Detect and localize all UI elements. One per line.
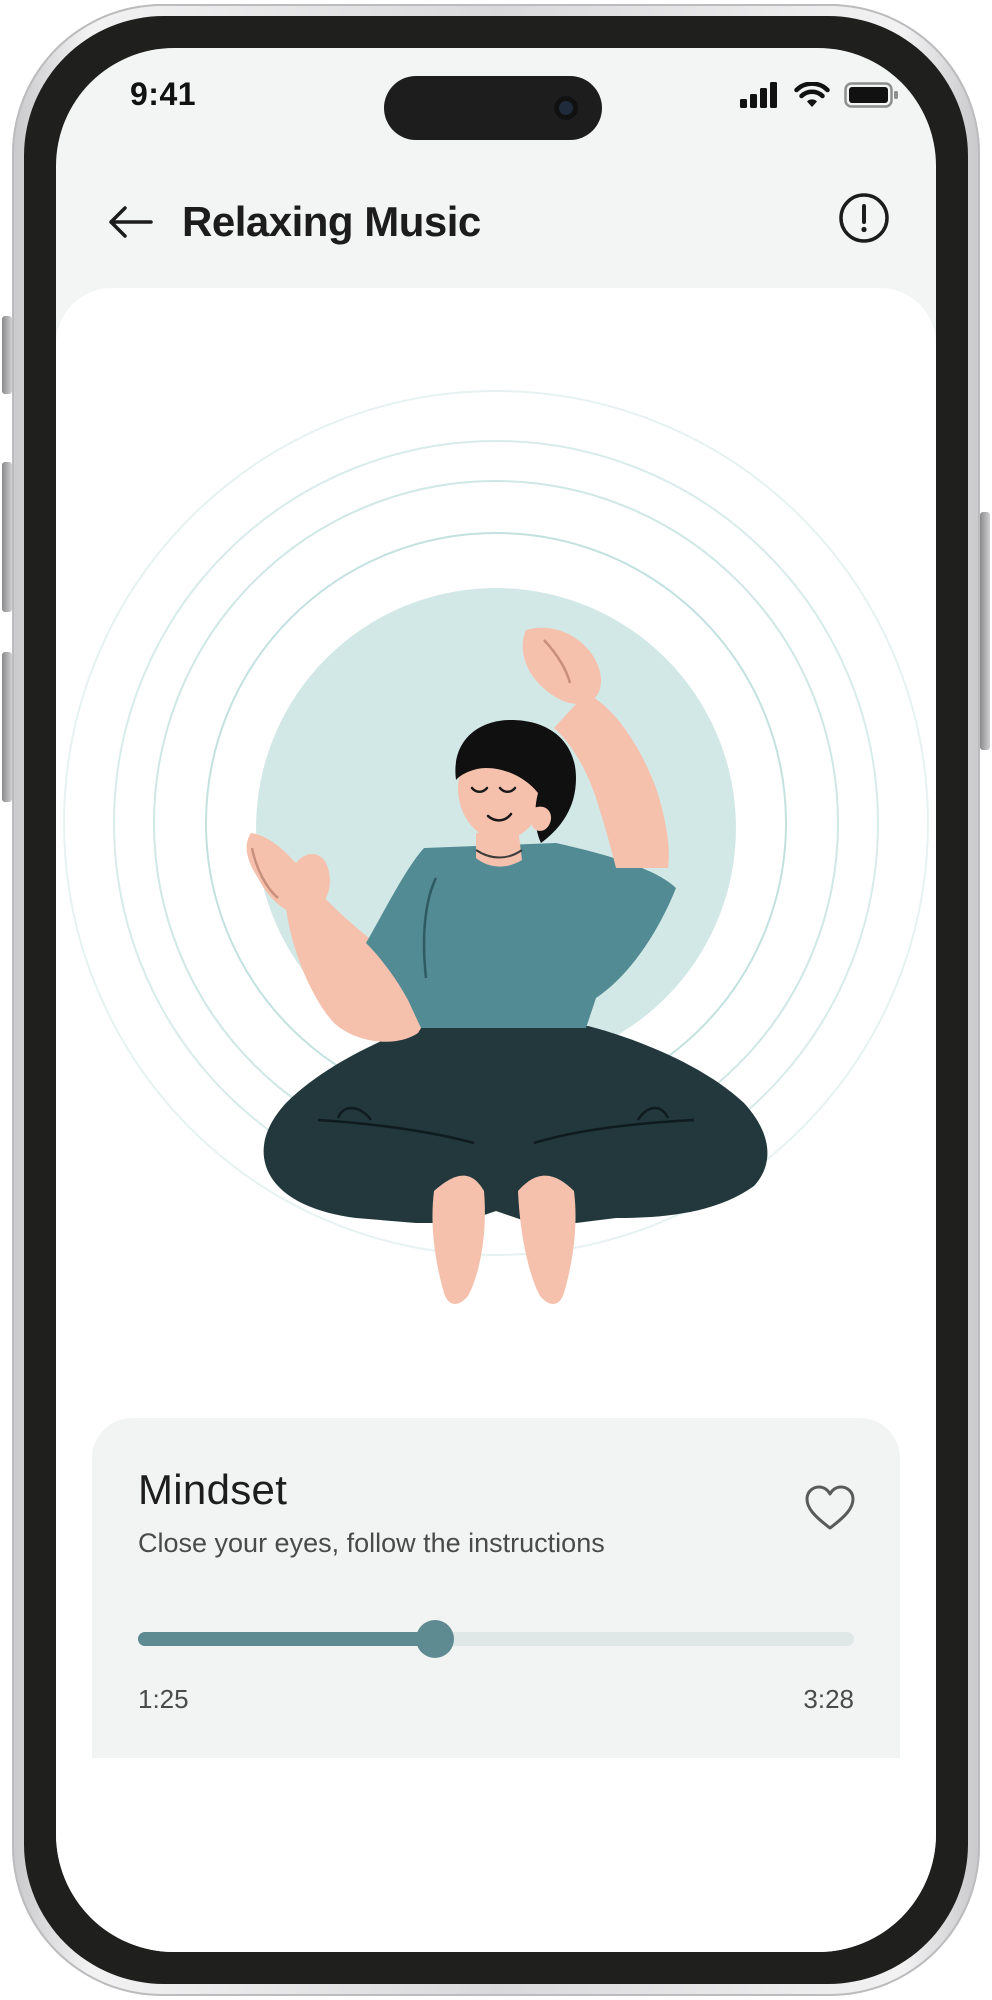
favorite-button[interactable] (804, 1484, 856, 1532)
progress-bar[interactable] (138, 1620, 854, 1658)
elapsed-time: 1:25 (138, 1684, 189, 1714)
dynamic-island (384, 76, 602, 140)
app-header: Relaxing Music (56, 168, 936, 288)
track-title: Mindset (138, 1466, 288, 1513)
volume-up-button (2, 462, 12, 612)
wifi-icon (794, 82, 830, 107)
cellular-signal-icon (740, 82, 777, 108)
player-card: Mindset Close your eyes, follow the inst… (92, 1418, 900, 1758)
content-card: Mindset Close your eyes, follow the inst… (56, 288, 936, 1952)
status-time: 9:41 (130, 76, 197, 112)
info-circle-icon (839, 193, 889, 243)
info-button[interactable] (838, 192, 890, 244)
status-bar: 9:41 (56, 48, 936, 168)
battery-icon (844, 82, 898, 108)
back-button[interactable] (102, 194, 158, 250)
power-button (980, 512, 990, 750)
screen: 9:41 Relaxing Music Mindset Close your e… (56, 48, 936, 1952)
meditating-person-illustration (63, 390, 929, 1304)
total-time: 3:28 (803, 1684, 854, 1714)
heart-outline-icon (805, 1485, 855, 1530)
camera-icon (554, 96, 578, 120)
track-subtitle: Close your eyes, follow the instructions (138, 1528, 605, 1558)
progress-knob[interactable] (416, 1620, 455, 1658)
action-button (2, 316, 12, 394)
volume-down-button (2, 652, 12, 802)
progress-fill (138, 1632, 436, 1646)
status-icons (740, 82, 900, 108)
page-title: Relaxing Music (182, 198, 481, 245)
arrow-left-icon (109, 206, 153, 238)
